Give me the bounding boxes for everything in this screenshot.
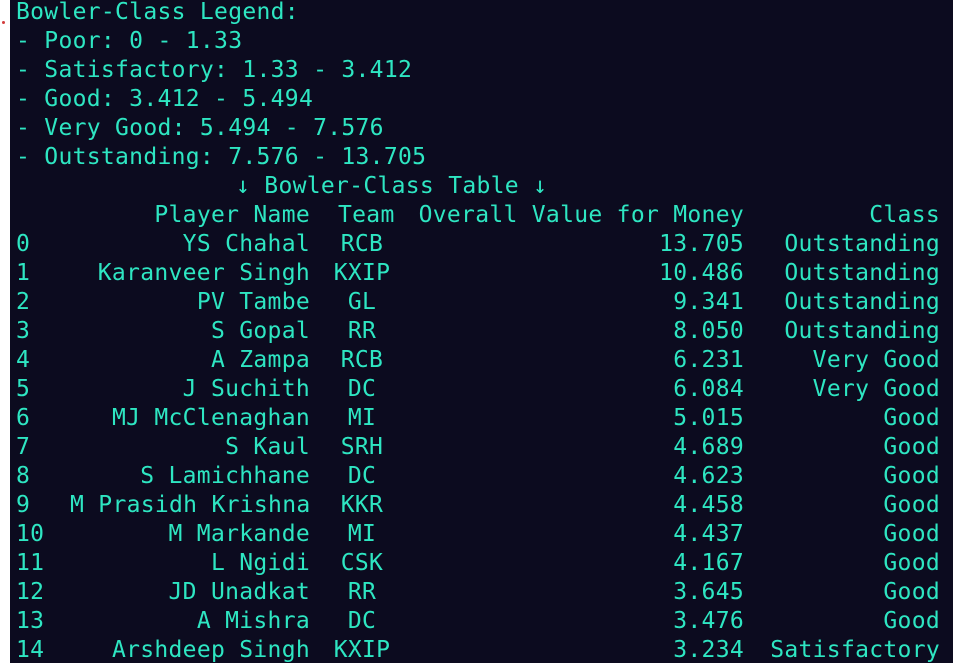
player-name-cell: S Gopal <box>210 318 310 344</box>
player-name-cell: L Ngidi <box>210 550 310 576</box>
value-for-money-cell: 3.476 <box>673 608 744 634</box>
row-index: 9 <box>16 492 31 518</box>
cell-marker-dot <box>2 21 5 24</box>
class-cell: Outstanding <box>784 318 940 344</box>
value-for-money-cell: 8.050 <box>673 318 744 344</box>
header-team: Team <box>338 202 395 228</box>
team-cell: KXIP <box>333 637 391 663</box>
team-cell: MI <box>347 521 377 547</box>
legend-title: Bowler-Class Legend: <box>16 0 299 25</box>
team-cell: RCB <box>340 231 384 257</box>
legend-item-good: - Good: 3.412 - 5.494 <box>16 86 314 112</box>
class-cell: Outstanding <box>784 231 940 257</box>
value-for-money-cell: 5.015 <box>673 405 744 431</box>
value-for-money-cell: 4.689 <box>673 434 744 460</box>
row-index: 6 <box>16 405 31 431</box>
player-name-cell: J Suchith <box>182 376 310 402</box>
class-cell: Good <box>883 579 940 605</box>
team-cell: MI <box>347 405 377 431</box>
class-cell: Good <box>883 434 940 460</box>
value-for-money-cell: 6.084 <box>673 376 744 402</box>
team-cell: SRH <box>340 434 384 460</box>
legend-item-very-good: - Very Good: 5.494 - 7.576 <box>16 115 384 141</box>
row-index: 4 <box>16 347 31 373</box>
legend-item-poor: - Poor: 0 - 1.33 <box>16 28 243 54</box>
legend-item-satisfactory: - Satisfactory: 1.33 - 3.412 <box>16 57 413 83</box>
class-cell: Satisfactory <box>770 637 940 663</box>
player-name-cell: S Kaul <box>225 434 310 460</box>
team-cell: RCB <box>340 347 384 373</box>
row-index: 2 <box>16 289 31 315</box>
player-name-cell: A Mishra <box>196 608 310 634</box>
player-name-cell: M Prasidh Krishna <box>70 492 311 518</box>
team-cell: RR <box>347 318 377 344</box>
terminal-output: Bowler-Class Legend: - Poor: 0 - 1.33 - … <box>10 0 953 663</box>
editor-gutter <box>0 0 10 663</box>
class-cell: Good <box>883 608 940 634</box>
class-cell: Outstanding <box>784 260 940 286</box>
value-for-money-cell: 10.486 <box>659 260 744 286</box>
value-for-money-cell: 4.167 <box>673 550 744 576</box>
table-caption: ↓ Bowler-Class Table ↓ <box>236 173 548 199</box>
team-cell: DC <box>347 608 377 634</box>
class-cell: Very Good <box>812 376 940 402</box>
player-name-cell: S Lamichhane <box>140 463 310 489</box>
player-name-cell: Karanveer Singh <box>97 260 310 286</box>
team-cell: KXIP <box>333 260 391 286</box>
row-index: 0 <box>16 231 31 257</box>
row-index: 14 <box>16 637 45 663</box>
player-name-cell: A Zampa <box>210 347 310 373</box>
class-cell: Good <box>883 550 940 576</box>
value-for-money-cell: 3.645 <box>673 579 744 605</box>
class-cell: Good <box>883 521 940 547</box>
player-name-cell: YS Chahal <box>182 231 310 257</box>
row-index: 5 <box>16 376 31 402</box>
legend-item-outstanding: - Outstanding: 7.576 - 13.705 <box>16 144 427 170</box>
row-index: 12 <box>16 579 45 605</box>
value-for-money-cell: 4.437 <box>673 521 744 547</box>
team-cell: GL <box>347 289 377 315</box>
class-cell: Good <box>883 492 940 518</box>
header-value-for-money: Overall Value for Money <box>418 202 744 228</box>
team-cell: KKR <box>340 492 384 518</box>
value-for-money-cell: 4.458 <box>673 492 744 518</box>
team-cell: DC <box>347 376 377 402</box>
value-for-money-cell: 6.231 <box>673 347 744 373</box>
class-cell: Good <box>883 463 940 489</box>
row-index: 8 <box>16 463 31 489</box>
row-index: 3 <box>16 318 31 344</box>
class-cell: Good <box>883 405 940 431</box>
team-cell: RR <box>347 579 377 605</box>
value-for-money-cell: 13.705 <box>659 231 744 257</box>
header-player-name: Player Name <box>154 202 310 228</box>
player-name-cell: M Markande <box>168 521 310 547</box>
player-name-cell: MJ McClenaghan <box>111 405 310 431</box>
header-class: Class <box>869 202 940 228</box>
row-index: 13 <box>16 608 45 634</box>
team-cell: CSK <box>340 550 384 576</box>
value-for-money-cell: 4.623 <box>673 463 744 489</box>
row-index: 7 <box>16 434 31 460</box>
row-index: 1 <box>16 260 31 286</box>
player-name-cell: JD Unadkat <box>168 579 310 605</box>
player-name-cell: PV Tambe <box>196 289 310 315</box>
row-index: 11 <box>16 550 45 576</box>
row-index: 10 <box>16 521 45 547</box>
value-for-money-cell: 9.341 <box>673 289 744 315</box>
class-cell: Very Good <box>812 347 940 373</box>
class-cell: Outstanding <box>784 289 940 315</box>
player-name-cell: Arshdeep Singh <box>111 637 310 663</box>
value-for-money-cell: 3.234 <box>673 637 744 663</box>
team-cell: DC <box>347 463 377 489</box>
